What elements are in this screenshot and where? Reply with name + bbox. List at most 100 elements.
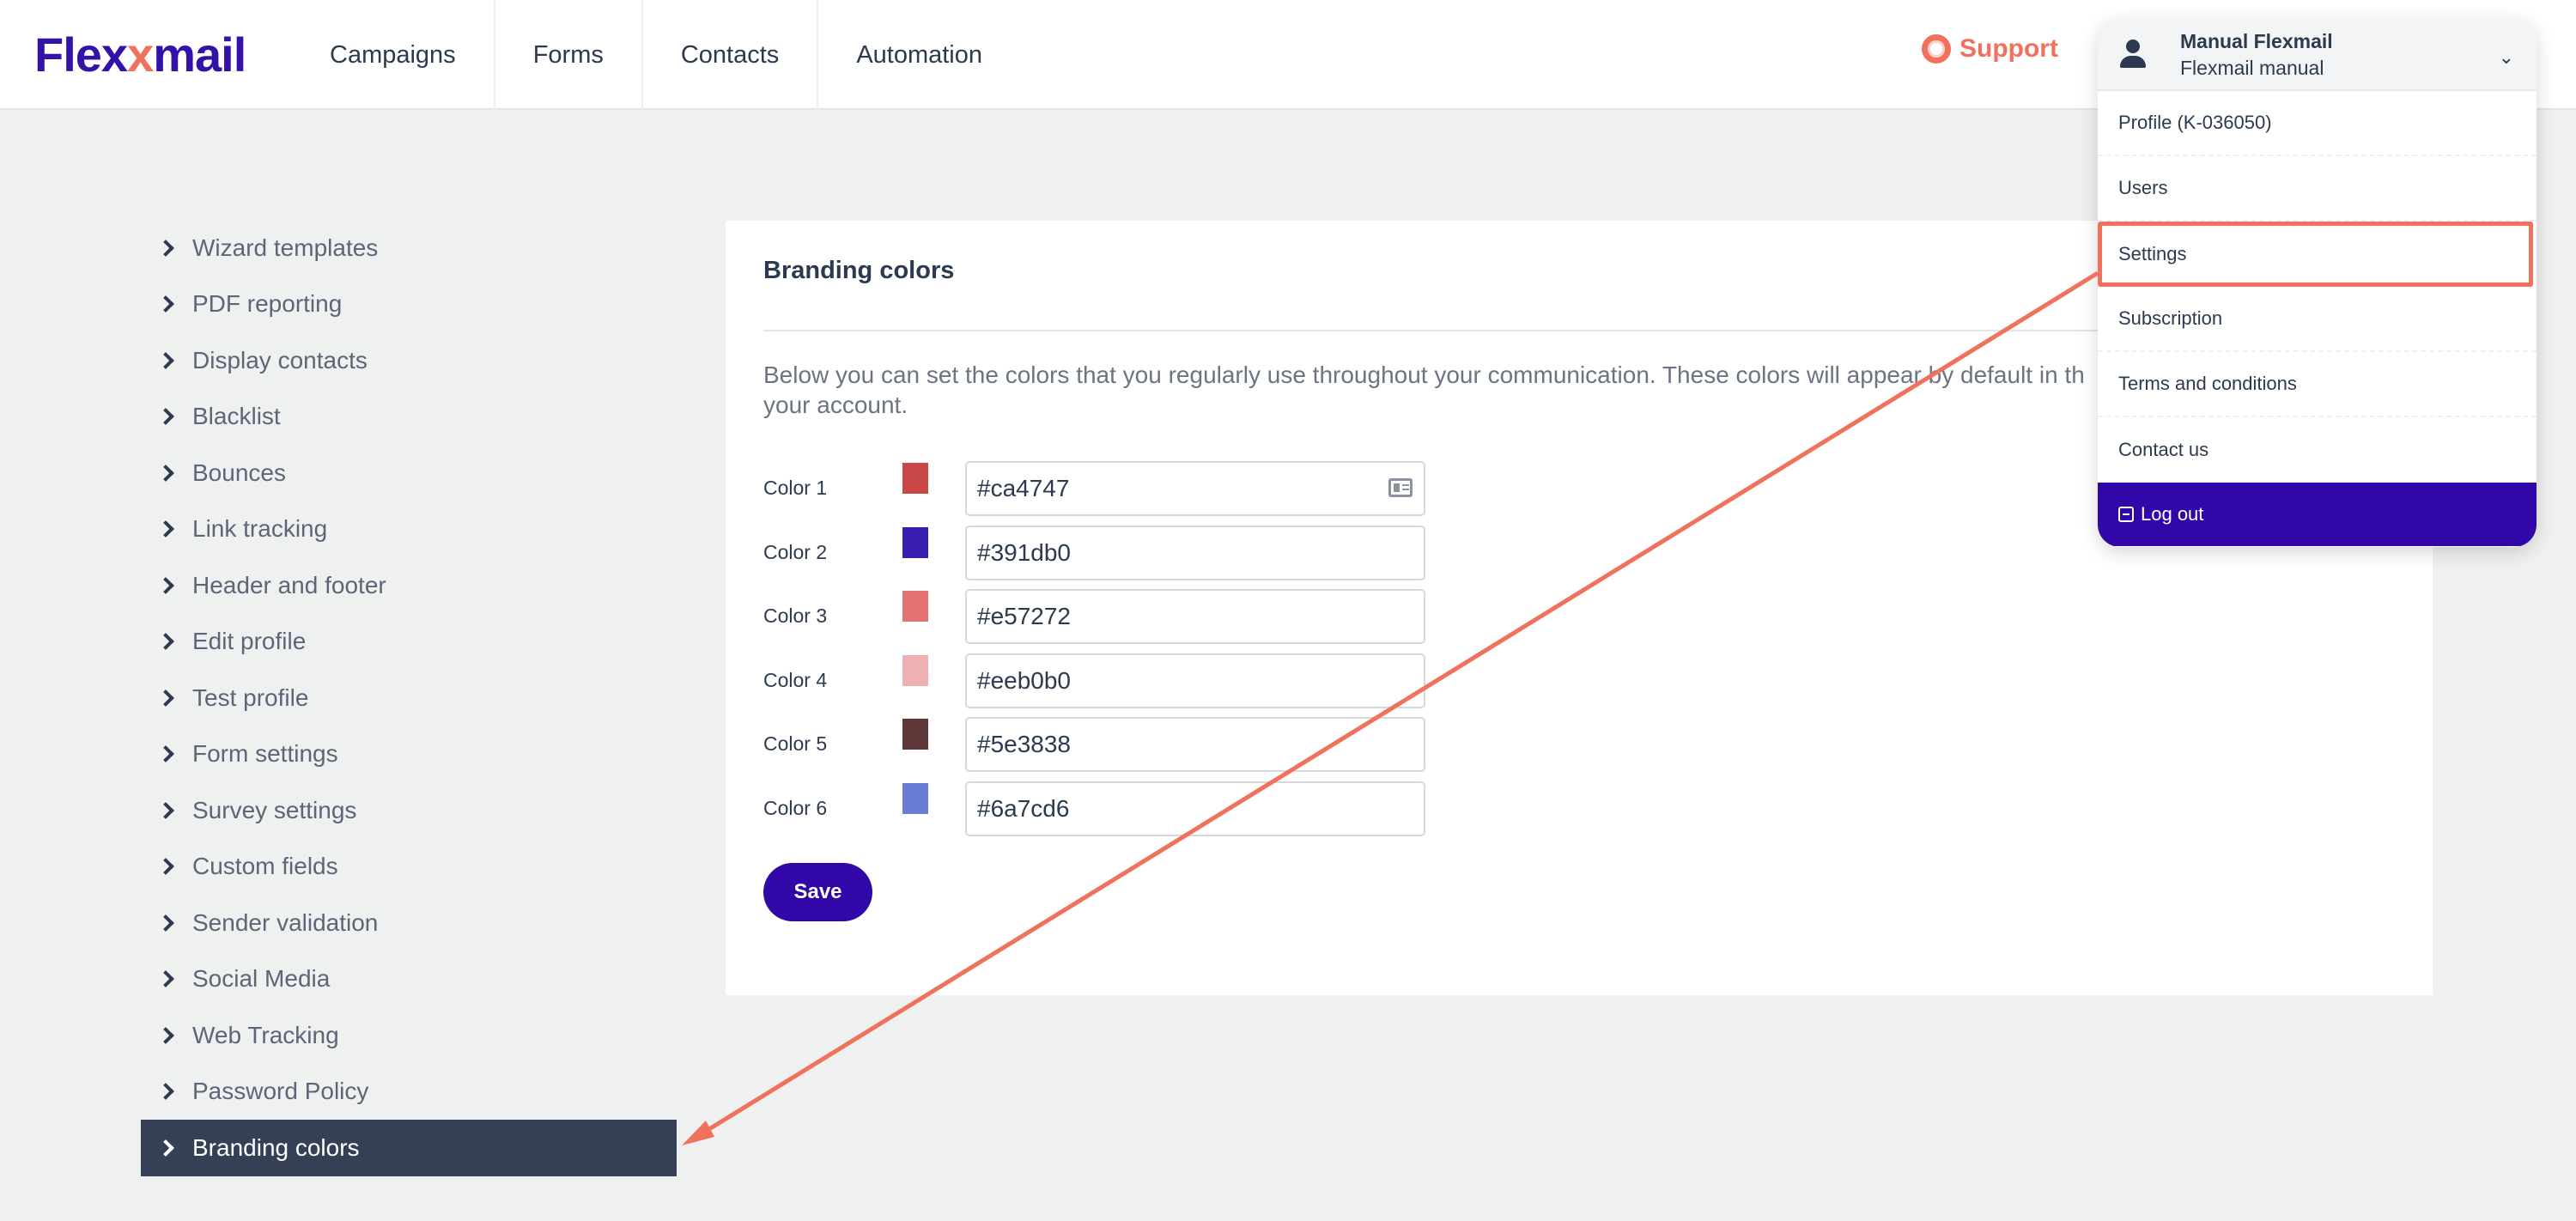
user-icon (2117, 38, 2151, 72)
sidebar-item-header-footer[interactable]: Header and footer (141, 557, 677, 614)
id-card-icon[interactable] (1388, 478, 1413, 497)
chevron-right-icon (157, 970, 174, 988)
color-input-6[interactable] (965, 781, 1425, 836)
chevron-right-icon (157, 464, 174, 482)
nav-automation[interactable]: Automation (818, 0, 1020, 110)
nav-contacts[interactable]: Contacts (643, 0, 819, 110)
color-label: Color 4 (763, 668, 828, 691)
chevron-down-icon[interactable]: ⌄ (2499, 46, 2514, 69)
sidebar-item-label: PDF reporting (192, 290, 343, 318)
color-swatch[interactable] (902, 526, 928, 558)
chevron-right-icon (157, 520, 174, 538)
sidebar-item-label: Sender validation (192, 908, 379, 936)
color-input-4[interactable] (965, 653, 1425, 708)
chevron-right-icon (157, 914, 174, 932)
color-label: Color 3 (763, 604, 828, 627)
save-button[interactable]: Save (763, 863, 872, 921)
sidebar-item-custom-fields[interactable]: Custom fields (141, 839, 677, 896)
logo-text-right: mail (153, 27, 246, 82)
sidebar-item-password-policy[interactable]: Password Policy (141, 1064, 677, 1121)
color-label: Color 1 (763, 477, 828, 499)
settings-sidebar: Wizard templates PDF reporting Display c… (141, 220, 677, 1176)
sidebar-item-label: Survey settings (192, 796, 357, 823)
color-input-2[interactable] (965, 525, 1425, 580)
menu-item-terms[interactable]: Terms and conditions (2098, 352, 2537, 417)
sidebar-item-edit-profile[interactable]: Edit profile (141, 614, 677, 671)
chevron-right-icon (157, 239, 174, 257)
account-header[interactable]: Manual Flexmail Flexmail manual ⌄ (2098, 19, 2537, 91)
page-title: Branding colors (763, 257, 955, 284)
color-row-5: Color 5 (763, 717, 1425, 772)
sidebar-item-test-profile[interactable]: Test profile (141, 670, 677, 726)
color-input-5[interactable] (965, 717, 1425, 772)
chevron-right-icon (157, 576, 174, 594)
color-label: Color 2 (763, 540, 828, 563)
menu-item-profile[interactable]: Profile (K-036050) (2098, 91, 2537, 156)
sidebar-item-sender-validation[interactable]: Sender validation (141, 895, 677, 951)
chevron-right-icon (157, 295, 174, 313)
sidebar-item-label: Display contacts (192, 346, 368, 374)
account-dropdown: Manual Flexmail Flexmail manual ⌄ Profil… (2098, 19, 2537, 547)
support-label: Support (1959, 34, 2058, 63)
logout-button[interactable]: Log out (2098, 483, 2537, 546)
color-row-2: Color 2 (763, 525, 1425, 580)
menu-item-users[interactable]: Users (2098, 156, 2537, 222)
chevron-right-icon (157, 1139, 174, 1157)
sidebar-item-label: Link tracking (192, 515, 328, 543)
chevron-right-icon (157, 858, 174, 876)
main-nav: Campaigns Forms Contacts Automation (292, 0, 1020, 110)
chevron-right-icon (157, 633, 174, 651)
menu-item-settings[interactable]: Settings (2098, 222, 2533, 287)
color-swatch[interactable] (902, 782, 928, 814)
sidebar-item-label: Edit profile (192, 628, 307, 655)
color-input-1[interactable] (965, 461, 1425, 516)
color-swatch[interactable] (902, 719, 928, 750)
logout-icon (2118, 507, 2134, 522)
lifebuoy-icon (1922, 34, 1951, 64)
flexmail-logo[interactable]: Flexxmail (34, 29, 246, 81)
logo-text-left: Flex (34, 27, 128, 82)
sidebar-item-label: Branding colors (192, 1133, 360, 1161)
sidebar-item-bounces[interactable]: Bounces (141, 445, 677, 501)
chevron-right-icon (157, 689, 174, 707)
sidebar-item-label: Web Tracking (192, 1021, 339, 1048)
sidebar-item-label: Form settings (192, 740, 338, 768)
sidebar-item-display-contacts[interactable]: Display contacts (141, 332, 677, 389)
color-row-1: Color 1 (763, 461, 1425, 516)
nav-forms[interactable]: Forms (495, 0, 643, 110)
chevron-right-icon (157, 1083, 174, 1101)
color-swatch[interactable] (902, 654, 928, 686)
sidebar-item-wizard-templates[interactable]: Wizard templates (141, 220, 677, 276)
sidebar-item-branding-colors[interactable]: Branding colors (141, 1120, 677, 1176)
sidebar-item-pdf-reporting[interactable]: PDF reporting (141, 276, 677, 333)
sidebar-item-label: Custom fields (192, 853, 338, 880)
chevron-right-icon (157, 351, 174, 369)
sidebar-item-web-tracking[interactable]: Web Tracking (141, 1007, 677, 1064)
nav-campaigns[interactable]: Campaigns (292, 0, 495, 110)
sidebar-item-form-settings[interactable]: Form settings (141, 726, 677, 783)
account-subtitle: Flexmail manual (2180, 57, 2324, 79)
color-swatch[interactable] (902, 463, 928, 494)
account-name: Manual Flexmail (2180, 30, 2333, 52)
menu-item-contact-us[interactable]: Contact us (2098, 417, 2537, 483)
color-label: Color 6 (763, 796, 828, 819)
sidebar-item-label: Header and footer (192, 571, 386, 598)
sidebar-item-label: Wizard templates (192, 234, 379, 261)
menu-item-subscription[interactable]: Subscription (2098, 287, 2537, 352)
color-row-3: Color 3 (763, 589, 1425, 644)
support-link[interactable]: Support (1922, 34, 2058, 64)
color-input-3[interactable] (965, 589, 1425, 644)
sidebar-item-label: Password Policy (192, 1078, 369, 1105)
sidebar-item-label: Social Media (192, 965, 331, 993)
color-label: Color 5 (763, 732, 828, 755)
logo-text-x: x (127, 27, 154, 82)
sidebar-item-survey-settings[interactable]: Survey settings (141, 782, 677, 839)
chevron-right-icon (157, 801, 174, 819)
color-swatch[interactable] (902, 591, 928, 622)
sidebar-item-social-media[interactable]: Social Media (141, 951, 677, 1008)
arrow-head (682, 1121, 714, 1145)
sidebar-item-link-tracking[interactable]: Link tracking (141, 501, 677, 558)
chevron-right-icon (157, 1026, 174, 1044)
sidebar-item-blacklist[interactable]: Blacklist (141, 389, 677, 446)
color-row-4: Color 4 (763, 653, 1425, 708)
